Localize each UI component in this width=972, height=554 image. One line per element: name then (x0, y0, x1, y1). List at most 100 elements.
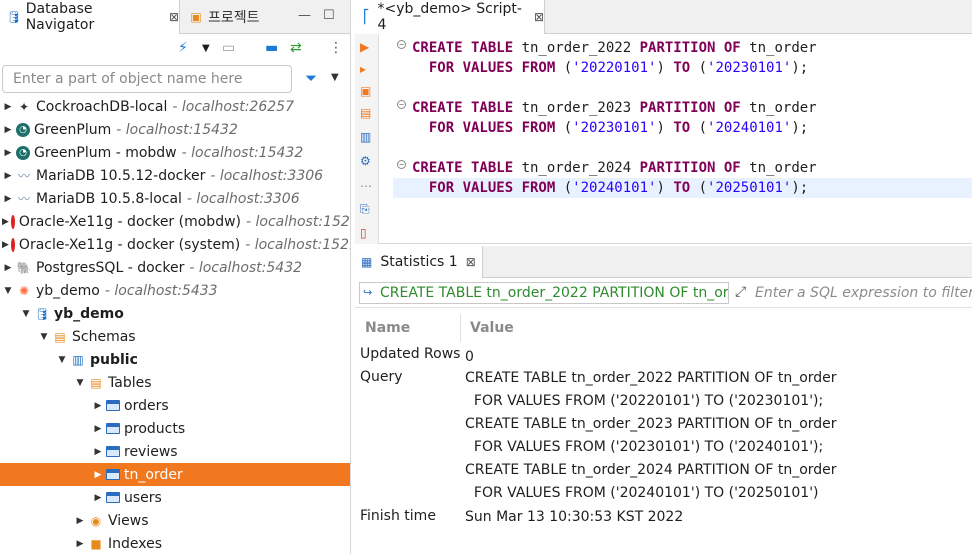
column-header-name[interactable]: Name (365, 320, 410, 336)
collapse-arrow-icon[interactable]: ▼ (2, 286, 14, 296)
expand-arrow-icon[interactable]: ▶ (92, 401, 104, 411)
collapse-all-icon[interactable]: ▬ (265, 40, 278, 56)
chevron-down-icon[interactable]: ▼ (202, 43, 210, 54)
chevron-down-icon[interactable]: ▼ (331, 72, 339, 83)
collapse-arrow-icon[interactable]: ▼ (38, 332, 50, 342)
more-icon[interactable]: … (360, 176, 372, 190)
collapse-arrow-icon[interactable]: ▼ (74, 378, 86, 388)
expand-arrow-icon[interactable]: ▶ (2, 125, 14, 135)
minimize-icon[interactable]: — (298, 8, 311, 23)
close-tab-button[interactable]: ⊠ (534, 10, 544, 24)
execute-in-new-tab-icon[interactable]: ▸ (360, 62, 366, 76)
expand-arrow-icon[interactable]: ▶ (2, 171, 14, 181)
code-line: FOR VALUES FROM ('20220101') TO ('202301… (428, 60, 809, 76)
row-name: Query (360, 369, 403, 385)
settings-gear-icon[interactable]: ⚙ (360, 154, 371, 168)
project-icon: ▣ (190, 10, 202, 24)
tree-item-connection[interactable]: ▶ 〰 MariaDB 10.5.8-local - localhost:330… (0, 187, 350, 210)
filter-icon[interactable]: ⏷ (305, 69, 317, 87)
expand-arrow-icon[interactable]: ▶ (74, 516, 86, 526)
column-header-value[interactable]: Value (470, 320, 514, 336)
tab-script[interactable]: ⎡ *<yb_demo> Script-4 ⊠ (355, 0, 545, 34)
tab-statistics[interactable]: ▦ Statistics 1 ⊠ (355, 246, 483, 278)
oracle-icon (10, 214, 15, 229)
tree-item-table[interactable]: ▶ users (0, 486, 350, 509)
expand-arrow-icon[interactable]: ▶ (2, 263, 14, 273)
tree-item-table[interactable]: ▶ products (0, 417, 350, 440)
tree-item-views[interactable]: ▶ ◉ Views (0, 509, 350, 532)
load-script-icon[interactable]: ▯ (360, 226, 367, 240)
grid-icon: ▦ (361, 255, 373, 269)
tree-item-tables[interactable]: ▼ ▤ Tables (0, 371, 350, 394)
row-name: Finish time (360, 508, 436, 524)
expand-icon[interactable]: ⤢ (735, 284, 746, 300)
tree-item-table[interactable]: ▶ reviews (0, 440, 350, 463)
export-icon[interactable]: ⎘ (360, 202, 370, 217)
tree-item-schema[interactable]: ▼ ▥ public (0, 348, 350, 371)
tree-item-connection[interactable]: ▶ Oracle-Xe11g - docker (system) - local… (0, 233, 350, 256)
schema-name: public (90, 351, 138, 368)
expand-arrow-icon[interactable]: ▶ (2, 102, 14, 112)
collapse-arrow-icon[interactable]: ▼ (20, 309, 32, 319)
execute-script-new-tab-icon[interactable]: ▤ (360, 106, 371, 120)
expand-arrow-icon[interactable]: ▶ (2, 148, 14, 158)
tree-item-connection[interactable]: ▶ Oracle-Xe11g - docker (mobdw) - localh… (0, 210, 350, 233)
table-name: orders (124, 397, 169, 414)
expand-arrow-icon[interactable]: ▶ (92, 447, 104, 457)
close-tab-button[interactable]: ⊠ (466, 255, 476, 269)
tree-item-database[interactable]: ▼ 🛢 yb_demo (0, 302, 350, 325)
tree-item-schemas[interactable]: ▼ ▤ Schemas (0, 325, 350, 348)
statistics-panel: ▦ Statistics 1 ⊠ ↪ CREATE TABLE tn_order… (355, 246, 972, 554)
expand-arrow-icon[interactable]: ▶ (92, 470, 104, 480)
sql-code-area[interactable]: − CREATE TABLE tn_order_2022 PARTITION O… (379, 34, 972, 244)
expand-arrow-icon[interactable]: ▶ (92, 493, 104, 503)
tree-item-connection[interactable]: ▶ ◔ GreenPlum - localhost:15432 (0, 118, 350, 141)
editor-tabbar: ⎡ *<yb_demo> Script-4 ⊠ (355, 0, 972, 34)
fold-toggle-icon[interactable]: − (397, 100, 406, 109)
table-name: users (124, 489, 162, 506)
expand-arrow-icon[interactable]: ▶ (2, 240, 9, 250)
tree-item-indexes[interactable]: ▶ ■ Indexes (0, 532, 350, 554)
connection-name: yb_demo (36, 282, 100, 299)
tab-database-navigator[interactable]: 🛢 Database Navigator ⊠ (0, 0, 180, 34)
tree-item-connection[interactable]: ▶ 〰 MariaDB 10.5.12-docker - localhost:3… (0, 164, 350, 187)
indexes-folder-icon: ■ (90, 536, 102, 551)
tree-item-connection[interactable]: ▼ ✺ yb_demo - localhost:5433 (0, 279, 350, 302)
column-divider[interactable] (460, 314, 461, 342)
new-connection-icon[interactable]: ⚡ (178, 40, 188, 56)
collapse-arrow-icon[interactable]: ▼ (56, 355, 68, 365)
expand-arrow-icon[interactable]: ▶ (92, 424, 104, 434)
tree-item-connection[interactable]: ▶ ✦ CockroachDB-local - localhost:26257 (0, 95, 350, 118)
tables-folder-icon: ▤ (90, 375, 102, 390)
results-filter-input[interactable] (755, 282, 972, 304)
navigator-tree: ▶ ✦ CockroachDB-local - localhost:26257 … (0, 95, 350, 554)
maximize-icon[interactable]: ☐ (323, 8, 335, 23)
object-filter-input[interactable] (2, 65, 292, 93)
tree-item-table[interactable]: ▶ orders (0, 394, 350, 417)
query-preview[interactable]: ↪ CREATE TABLE tn_order_2022 PARTITION O… (359, 282, 729, 304)
oracle-icon (10, 237, 15, 252)
expand-arrow-icon[interactable]: ▶ (2, 217, 9, 227)
sql-editor-panel: ⎡ *<yb_demo> Script-4 ⊠ ▶ ▸ ▣ ▤ ▥ ⚙ … ⎘ … (355, 0, 972, 244)
tab-project[interactable]: ▣ 프로젝트 (182, 0, 259, 34)
tree-item-connection[interactable]: ▶ ◔ GreenPlum - mobdw - localhost:15432 (0, 141, 350, 164)
execute-script-icon[interactable]: ▣ (360, 84, 371, 98)
database-name: yb_demo (54, 305, 124, 322)
schema-icon: ▥ (72, 352, 84, 367)
explain-plan-icon[interactable]: ▥ (360, 130, 371, 144)
tree-item-connection[interactable]: ▶ 🐘 PostgresSQL - docker - localhost:543… (0, 256, 350, 279)
table-icon (106, 400, 120, 411)
views-label: Views (108, 512, 149, 529)
link-editor-icon[interactable]: ⇄ (290, 40, 302, 56)
expand-arrow-icon[interactable]: ▶ (74, 539, 86, 549)
new-folder-icon[interactable]: ▭ (222, 40, 235, 56)
execute-statement-icon[interactable]: ▶ (360, 40, 369, 54)
expand-arrow-icon[interactable]: ▶ (2, 194, 14, 204)
close-tab-button[interactable]: ⊠ (169, 10, 179, 24)
tree-item-table-selected[interactable]: ▶ tn_order (0, 463, 350, 486)
query-icon: ↪ (363, 286, 373, 299)
connection-host: - localhost:15432 (181, 144, 304, 161)
fold-toggle-icon[interactable]: − (397, 160, 406, 169)
view-menu-icon[interactable]: ⋮ (329, 40, 343, 56)
fold-toggle-icon[interactable]: − (397, 40, 406, 49)
